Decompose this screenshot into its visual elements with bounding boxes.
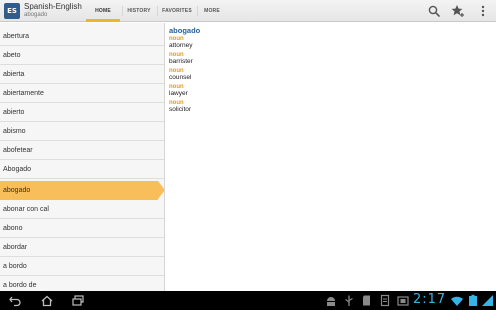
list-item[interactable]: abonar con cal <box>0 200 164 219</box>
list-item[interactable]: abono <box>0 219 164 238</box>
tab-history[interactable]: HISTORY <box>124 0 154 22</box>
list-item[interactable]: abierta <box>0 65 164 84</box>
back-icon[interactable] <box>8 294 22 307</box>
list-item[interactable]: abertura <box>0 27 164 46</box>
overflow-menu-icon[interactable] <box>478 4 488 18</box>
list-item[interactable]: abiertamente <box>0 84 164 103</box>
app-subtitle: abogado <box>24 12 48 18</box>
list-item[interactable]: a bordo <box>0 257 164 276</box>
tab-divider <box>157 6 158 16</box>
list-item-selected[interactable]: abogado <box>0 181 158 200</box>
list-item[interactable]: abeto <box>0 46 164 65</box>
translation[interactable]: attorney <box>169 42 193 49</box>
dictionary-app-icon[interactable]: ES <box>4 3 20 19</box>
definition-panel: abogado noun attorney noun barrister nou… <box>166 23 496 291</box>
search-icon[interactable] <box>427 4 441 18</box>
app-title: Spanish-English <box>24 2 82 11</box>
home-icon[interactable] <box>40 294 54 307</box>
recent-apps-icon[interactable] <box>71 294 85 307</box>
list-item[interactable]: a bordo de <box>0 276 164 291</box>
tab-divider <box>197 6 198 16</box>
tab-more[interactable]: MORE <box>200 0 224 22</box>
translation[interactable]: solicitor <box>169 106 191 113</box>
word-list[interactable]: abertura abeto abierta abiertamente abie… <box>0 23 165 291</box>
tab-home[interactable]: HOME <box>86 0 120 22</box>
tab-divider <box>122 6 123 16</box>
tab-favorites[interactable]: FAVORITES <box>160 0 194 22</box>
action-bar: ES Spanish-English abogado HOME HISTORY … <box>0 0 496 22</box>
android-icon <box>327 297 335 306</box>
usb-icon <box>345 295 353 306</box>
headword: abogado <box>169 26 201 35</box>
list-item[interactable]: abordar <box>0 238 164 257</box>
sd-card-icon <box>363 295 370 306</box>
system-bar: 2:17 <box>0 291 496 310</box>
translation[interactable]: barrister <box>169 58 193 65</box>
signal-icon <box>482 295 493 306</box>
translation[interactable]: lawyer <box>169 90 188 97</box>
translation[interactable]: counsel <box>169 74 191 81</box>
wifi-icon <box>451 296 463 306</box>
battery-icon <box>469 294 477 306</box>
list-item[interactable]: abierto <box>0 103 164 122</box>
screenshot-icon <box>397 296 409 306</box>
list-item[interactable]: Abogado <box>0 160 164 179</box>
favorite-star-icon[interactable] <box>451 4 465 18</box>
list-item[interactable]: abismo <box>0 122 164 141</box>
clock[interactable]: 2:17 <box>413 292 446 307</box>
document-icon <box>380 294 390 307</box>
selection-arrow <box>158 181 164 199</box>
list-item[interactable]: abofetear <box>0 141 164 160</box>
